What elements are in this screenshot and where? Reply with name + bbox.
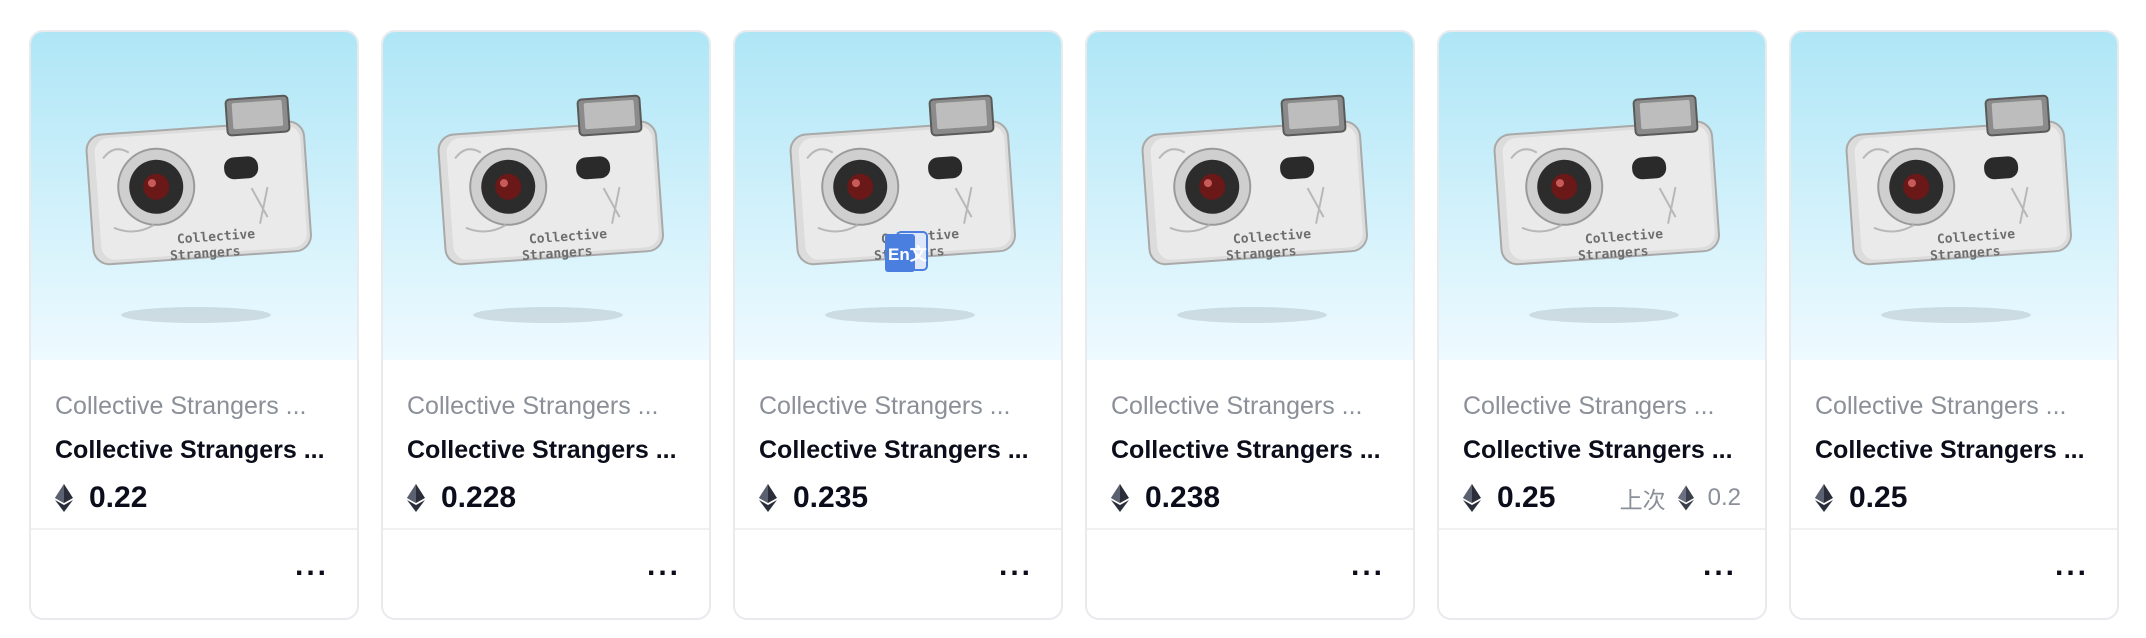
camera-nft-image: Collective Strangers (789, 94, 1016, 323)
nft-card[interactable]: Collective Strangers Collective Stranger… (1437, 30, 1767, 620)
nft-name[interactable]: Collective Strangers ... (1463, 434, 1741, 466)
more-options-button[interactable]: ... (1351, 551, 1385, 581)
collection-name[interactable]: Collective Strangers ... (1815, 390, 2093, 422)
nft-image[interactable]: Collective Strangers (1439, 32, 1765, 360)
more-options-button[interactable]: ... (1703, 551, 1737, 581)
more-options-button[interactable]: ... (295, 551, 329, 581)
price-row: 0.238 (1111, 478, 1389, 518)
nft-card[interactable]: Collective Strangers Collective Stranger… (733, 30, 1063, 620)
last-sale-price: 0.2 (1707, 484, 1741, 511)
price-value: 0.238 (1145, 481, 1221, 514)
price-value: 0.25 (1849, 481, 1908, 514)
ethereum-icon (1111, 484, 1129, 512)
nft-card-grid: Collective Strangers Collective Stranger… (29, 30, 2119, 620)
more-options-button[interactable]: ... (999, 551, 1033, 581)
price-row: 0.235 (759, 478, 1037, 518)
nft-card[interactable]: Collective Strangers Collective Stranger… (29, 30, 359, 620)
nft-image[interactable]: Collective Strangers (383, 32, 709, 360)
nft-name[interactable]: Collective Strangers ... (1815, 434, 2093, 466)
translate-icon-text: En文 (888, 244, 928, 264)
ethereum-icon (759, 484, 777, 512)
price-row: 0.25 上次 0.2 (1463, 478, 1741, 518)
camera-nft-image: Collective Strangers (85, 94, 312, 323)
translate-icon[interactable]: En文 (883, 230, 929, 274)
ethereum-icon (1815, 484, 1833, 512)
ethereum-icon (55, 484, 73, 512)
price-row: 0.22 (55, 478, 333, 518)
nft-name[interactable]: Collective Strangers ... (759, 434, 1037, 466)
nft-card[interactable]: Collective Strangers Collective Stranger… (381, 30, 711, 620)
more-options-button[interactable]: ... (647, 551, 681, 581)
more-options-button[interactable]: ... (2055, 551, 2089, 581)
collection-name[interactable]: Collective Strangers ... (1463, 390, 1741, 422)
price-value: 0.25 (1497, 481, 1556, 514)
nft-image[interactable]: Collective Strangers (1791, 32, 2117, 360)
nft-name[interactable]: Collective Strangers ... (1111, 434, 1389, 466)
last-sale-label: 上次 (1619, 488, 1666, 514)
price-value: 0.235 (793, 481, 869, 514)
nft-image[interactable]: Collective Strangers (735, 32, 1061, 360)
camera-nft-image: Collective Strangers (437, 94, 664, 323)
ethereum-icon (1463, 484, 1481, 512)
ethereum-icon (1677, 485, 1694, 511)
nft-name[interactable]: Collective Strangers ... (407, 434, 685, 466)
nft-image[interactable]: Collective Strangers (1087, 32, 1413, 360)
nft-name[interactable]: Collective Strangers ... (55, 434, 333, 466)
collection-name[interactable]: Collective Strangers ... (759, 390, 1037, 422)
camera-nft-image: Collective Strangers (1493, 94, 1720, 323)
ethereum-icon (407, 484, 425, 512)
price-value: 0.22 (89, 481, 148, 514)
price-value: 0.228 (441, 481, 517, 514)
nft-image[interactable]: Collective Strangers (31, 32, 357, 360)
price-row: 0.25 (1815, 478, 2093, 518)
collection-name[interactable]: Collective Strangers ... (1111, 390, 1389, 422)
camera-nft-image: Collective Strangers (1141, 94, 1368, 323)
nft-card[interactable]: Collective Strangers Collective Stranger… (1789, 30, 2119, 620)
collection-name[interactable]: Collective Strangers ... (55, 390, 333, 422)
nft-card[interactable]: Collective Strangers Collective Stranger… (1085, 30, 1415, 620)
last-sale: 上次 0.2 (1620, 481, 1741, 515)
collection-name[interactable]: Collective Strangers ... (407, 390, 685, 422)
camera-nft-image: Collective Strangers (1845, 94, 2072, 323)
price-row: 0.228 (407, 478, 685, 518)
